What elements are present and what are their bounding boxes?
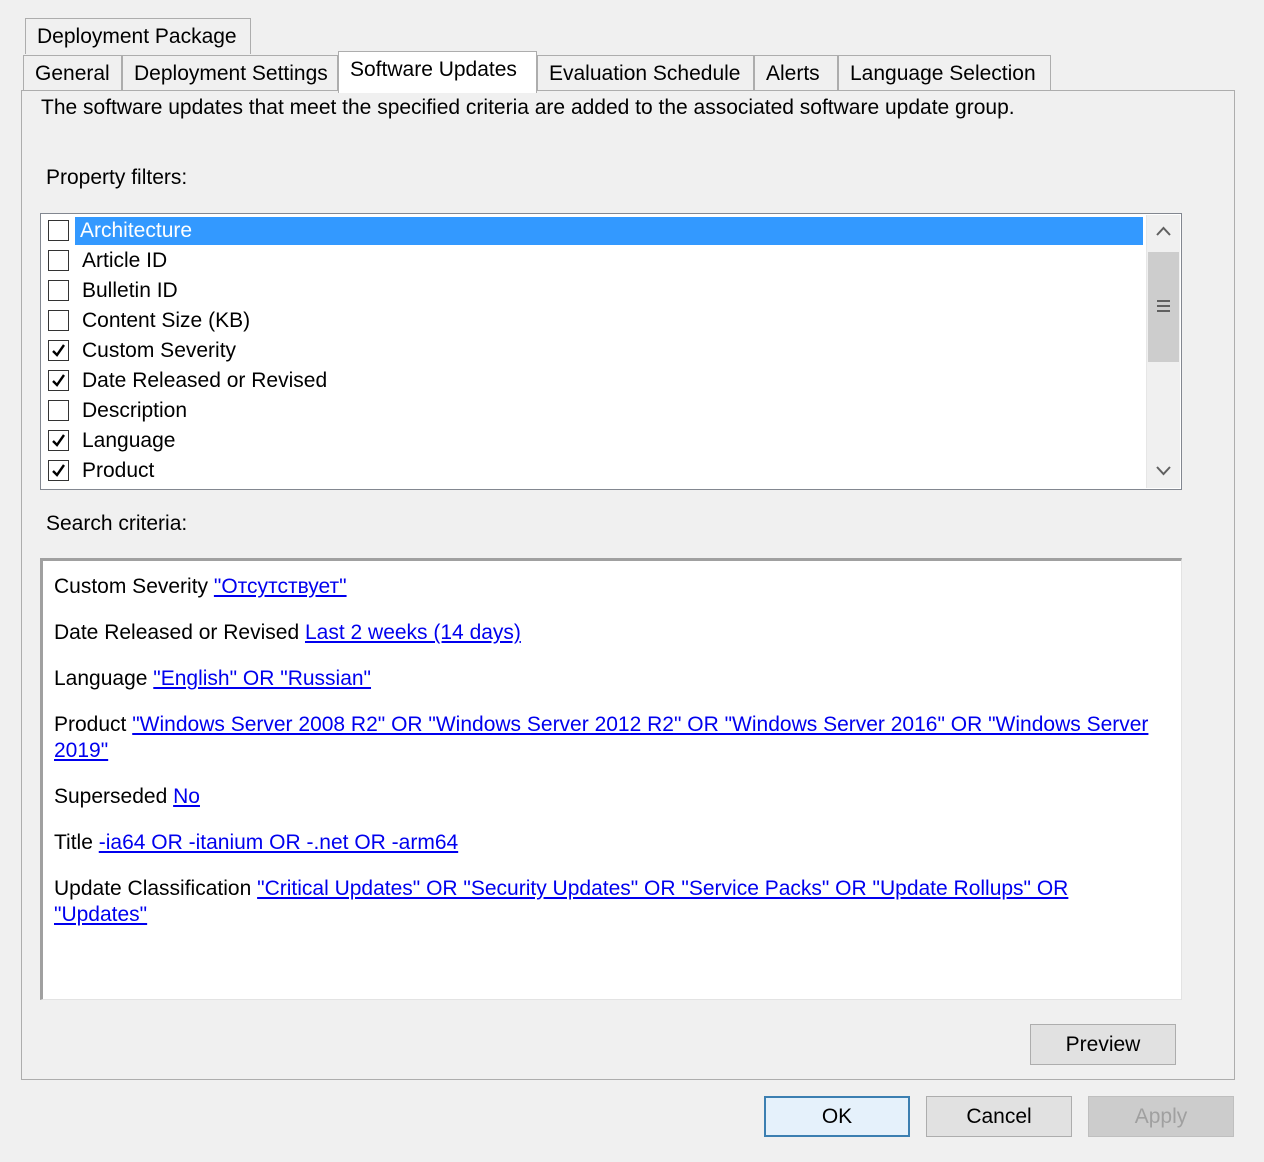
filter-checkbox[interactable] [48,400,69,421]
search-criteria-label: Search criteria: [46,512,188,535]
criteria-update-classification: Update Classification "Critical Updates"… [54,876,1154,928]
property-filters-label: Property filters: [46,166,188,189]
filter-label: Product [82,459,155,482]
ok-button[interactable]: OK [764,1096,910,1137]
tab-language-selection[interactable]: Language Selection [838,55,1051,91]
filter-checkbox[interactable] [48,370,69,391]
chevron-up-icon [1156,226,1171,236]
filter-checkbox[interactable] [48,430,69,451]
filter-article-id[interactable]: Article ID [41,246,1143,276]
filter-label: Bulletin ID [82,279,178,302]
scroll-up-button[interactable] [1147,215,1180,249]
criteria-name: Superseded [54,785,168,808]
chevron-down-icon [1156,466,1171,476]
filter-label: Article ID [82,249,168,272]
criteria-value-link[interactable]: "Отсутствует" [214,575,347,598]
tab-alerts[interactable]: Alerts [754,55,838,91]
criteria-language: Language "English" OR "Russian" [54,666,1154,692]
filter-label: Content Size (KB) [82,309,251,332]
filter-checkbox[interactable] [48,250,69,271]
filter-label: Date Released or Revised [82,369,328,392]
filter-checkbox[interactable] [48,340,69,361]
grip-icon [1157,300,1170,312]
criteria-name: Update Classification [54,877,252,900]
filter-content-size[interactable]: Content Size (KB) [41,306,1143,336]
filters-scrollbar[interactable] [1146,215,1180,488]
filter-checkbox[interactable] [48,310,69,331]
filter-label: Description [82,399,188,422]
tab-deployment-package[interactable]: Deployment Package [25,18,251,54]
criteria-value-link[interactable]: -ia64 OR -itanium OR -.net OR -arm64 [99,831,458,854]
criteria-value-link[interactable]: "English" OR "Russian" [153,667,371,690]
filter-language[interactable]: Language [41,426,1143,456]
criteria-value-link[interactable]: Last 2 weeks (14 days) [305,621,521,644]
apply-button[interactable]: Apply [1088,1096,1234,1137]
filter-custom-severity[interactable]: Custom Severity [41,336,1143,366]
checkmark-icon [52,464,65,477]
tab-general[interactable]: General [23,55,122,91]
criteria-value-link[interactable]: "Windows Server 2008 R2" OR "Windows Ser… [54,713,1148,762]
filter-description[interactable]: Description [41,396,1143,426]
criteria-date-released: Date Released or Revised Last 2 weeks (1… [54,620,1154,646]
tab-software-updates[interactable]: Software Updates [338,51,537,93]
property-filters-list[interactable]: Architecture Article ID Bulletin ID Cont… [40,213,1182,490]
description-text: The software updates that meet the speci… [41,96,1015,119]
filter-checkbox[interactable] [48,280,69,301]
scroll-down-button[interactable] [1147,453,1180,487]
checkmark-icon [52,344,65,357]
filter-checkbox[interactable] [48,460,69,481]
filter-checkbox[interactable] [48,220,69,241]
filter-date-released[interactable]: Date Released or Revised [41,366,1143,396]
criteria-title: Title -ia64 OR -itanium OR -.net OR -arm… [54,830,1154,856]
criteria-custom-severity: Custom Severity "Отсутствует" [54,574,1154,600]
filter-label: Custom Severity [82,339,237,362]
criteria-name: Title [54,831,93,854]
criteria-name: Product [54,713,127,736]
criteria-name: Language [54,667,148,690]
criteria-value-link[interactable]: No [173,785,200,808]
tab-evaluation-schedule[interactable]: Evaluation Schedule [537,55,754,91]
checkmark-icon [52,434,65,447]
filter-bulletin-id[interactable]: Bulletin ID [41,276,1143,306]
scroll-thumb[interactable] [1148,252,1179,362]
filter-architecture[interactable]: Architecture [41,216,1143,246]
tab-deployment-settings[interactable]: Deployment Settings [122,55,338,91]
search-criteria-box: Custom Severity "Отсутствует" Date Relea… [40,558,1182,1000]
criteria-name: Custom Severity [54,575,209,598]
filter-label: Language [82,429,176,452]
criteria-superseded: Superseded No [54,784,1154,810]
filter-label: Architecture [75,217,1143,245]
filter-product[interactable]: Product [41,456,1143,486]
criteria-product: Product "Windows Server 2008 R2" OR "Win… [54,712,1154,764]
checkmark-icon [52,374,65,387]
criteria-name: Date Released or Revised [54,621,300,644]
preview-button[interactable]: Preview [1030,1024,1176,1065]
cancel-button[interactable]: Cancel [926,1096,1072,1137]
